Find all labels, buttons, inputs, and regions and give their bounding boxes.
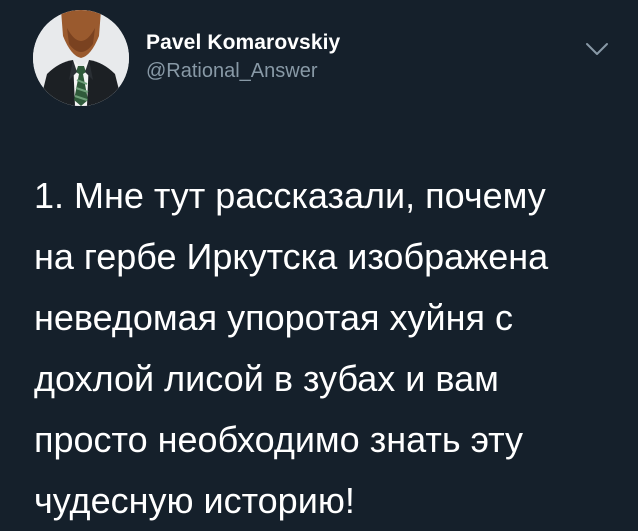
author-display-name[interactable]: Pavel Komarovskiy <box>146 30 340 56</box>
tweet: Pavel Komarovskiy @Rational_Answer 1. Мн… <box>0 0 638 521</box>
tweet-text: 1. Мне тут рассказали, почему на гербе И… <box>34 175 549 521</box>
tweet-menu-button[interactable] <box>584 40 610 58</box>
man-in-suit-avatar-icon <box>33 10 129 106</box>
author-info: Pavel Komarovskiy @Rational_Answer <box>146 30 340 84</box>
author-handle[interactable]: @Rational_Answer <box>146 58 340 84</box>
author-avatar[interactable] <box>33 10 129 106</box>
chevron-down-icon <box>586 43 608 55</box>
